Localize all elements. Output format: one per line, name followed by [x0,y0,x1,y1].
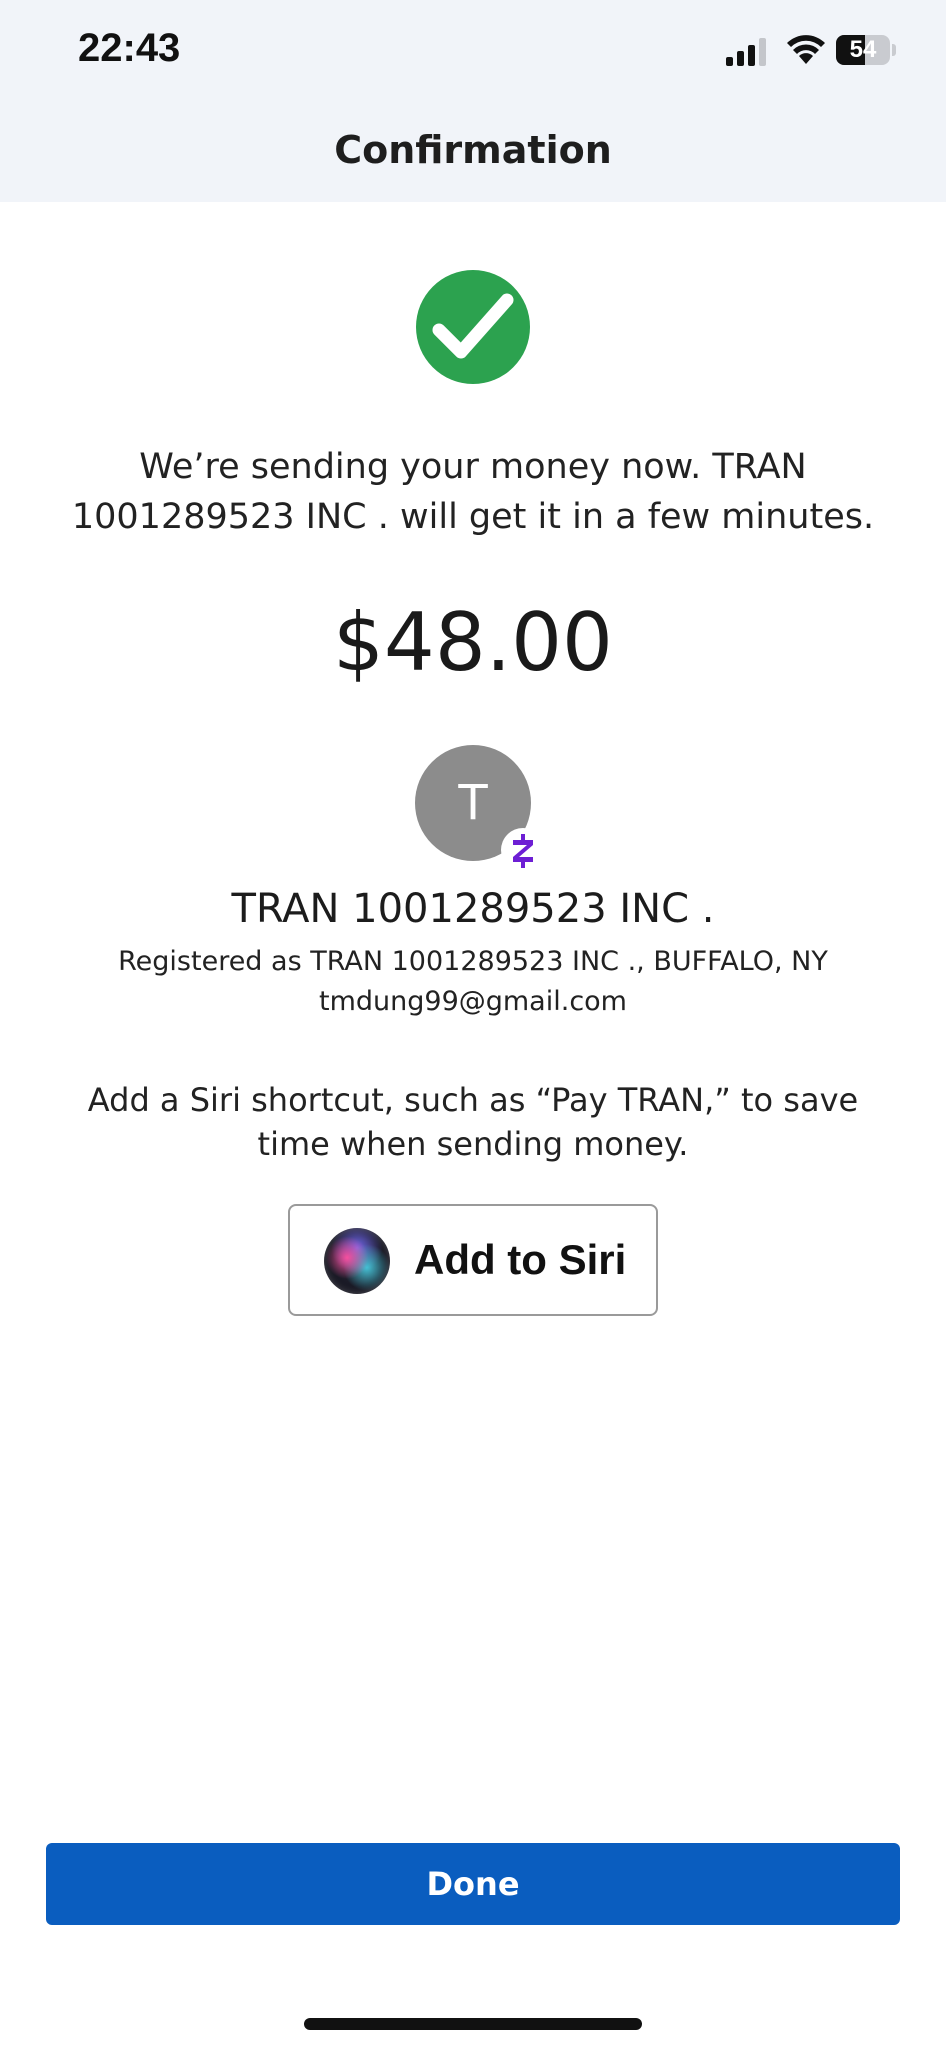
header-area: 22:43 54 Confirmation [0,0,946,202]
page-title: Confirmation [334,128,612,172]
recipient-name: TRAN 1001289523 INC . [231,886,715,932]
battery-level: 54 [849,36,877,63]
siri-orb-icon [324,1228,390,1294]
done-label: Done [426,1865,520,1903]
cellular-signal-icon [726,38,766,66]
wifi-icon [787,35,825,64]
confirmation-message: We’re sending your money now. TRAN 10012… [71,447,875,537]
confirmation-screen: 22:43 54 Confirmation We’re sending your… [0,0,946,2048]
status-time: 22:43 [78,26,181,70]
battery-icon: 54 [836,35,890,65]
checkmark-circle-icon [416,270,530,384]
battery-indicator: 54 [836,35,896,65]
add-to-siri-label: Add to Siri [414,1236,627,1283]
zelle-badge [501,828,545,872]
payment-amount: $48.00 [333,596,613,689]
home-indicator[interactable] [304,2018,642,2030]
siri-shortcut-prompt: Add a Siri shortcut, such as “Pay TRAN,”… [87,1081,859,1163]
battery-tip [892,44,896,56]
zelle-icon [513,834,533,868]
recipient-registered-as: Registered as TRAN 1001289523 INC ., BUF… [118,946,828,977]
add-to-siri-button[interactable]: Add to Siri [288,1204,658,1316]
done-button[interactable]: Done [46,1843,900,1925]
recipient-email: tmdung99@gmail.com [319,986,627,1017]
